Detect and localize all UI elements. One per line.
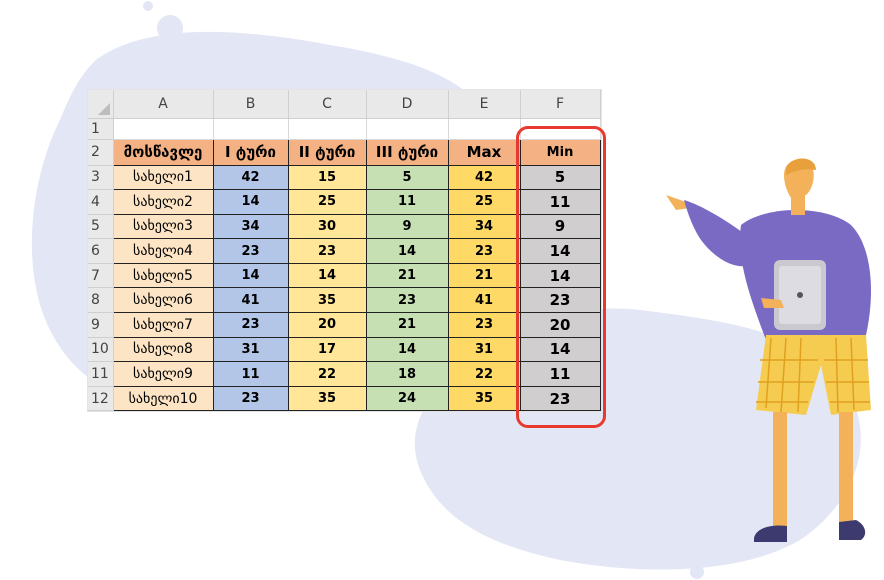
cell-d1[interactable]: [365, 117, 449, 140]
person-shoe-right: [839, 520, 866, 540]
cell-a3[interactable]: სახელი1: [112, 164, 214, 191]
cell-d8[interactable]: 23: [365, 287, 449, 314]
cell-b8[interactable]: 41: [212, 287, 289, 314]
cell-b10[interactable]: 31: [212, 336, 289, 363]
cell-b1[interactable]: [212, 117, 289, 140]
cell-a9[interactable]: სახელი7: [112, 312, 214, 338]
cell-c4[interactable]: 25: [287, 189, 367, 215]
cell-a12[interactable]: სახელი10: [112, 385, 214, 412]
cell-b12[interactable]: 23: [212, 385, 289, 412]
cell-e12[interactable]: 35: [447, 385, 521, 412]
cell-d4[interactable]: 11: [365, 189, 449, 215]
cell-d11[interactable]: 18: [365, 361, 449, 387]
column-header-e[interactable]: E: [448, 90, 521, 119]
select-all-corner-icon: [97, 102, 110, 115]
bubble-top-large: [157, 15, 183, 41]
cell-c8[interactable]: 35: [287, 287, 367, 314]
header-cell-round-3[interactable]: III ტური: [365, 138, 449, 166]
column-header-row: A B C D E F: [88, 90, 601, 119]
cell-e4[interactable]: 25: [447, 189, 521, 215]
row-header-9[interactable]: 9: [88, 312, 114, 338]
cell-c12[interactable]: 35: [287, 385, 367, 412]
cell-c6[interactable]: 23: [287, 238, 367, 264]
cell-e11[interactable]: 22: [447, 361, 521, 387]
person-shoe-left: [754, 525, 787, 542]
cell-b4[interactable]: 14: [212, 189, 289, 215]
row-header-7[interactable]: 7: [88, 263, 114, 289]
header-cell-max[interactable]: Max: [447, 138, 521, 166]
tablet-icon: [774, 260, 826, 330]
row-header-10[interactable]: 10: [88, 337, 114, 363]
cell-b3[interactable]: 42: [212, 164, 289, 191]
cell-c11[interactable]: 22: [287, 361, 367, 387]
header-cell-round-2[interactable]: II ტური: [287, 138, 367, 166]
cell-e9[interactable]: 23: [447, 312, 521, 338]
column-header-f[interactable]: F: [520, 90, 601, 119]
row-header-4[interactable]: 4: [88, 189, 114, 215]
cell-a11[interactable]: სახელი9: [112, 361, 214, 387]
cell-d7[interactable]: 21: [365, 262, 449, 289]
cell-e7[interactable]: 21: [447, 262, 521, 289]
cell-d9[interactable]: 21: [365, 312, 449, 338]
cell-b9[interactable]: 23: [212, 312, 289, 338]
column-header-c[interactable]: C: [288, 90, 367, 119]
cell-a8[interactable]: სახელი6: [112, 287, 214, 314]
cell-c1[interactable]: [287, 117, 367, 140]
cell-a7[interactable]: სახელი5: [112, 262, 214, 289]
cell-e1[interactable]: [447, 117, 521, 140]
cell-a5[interactable]: სახელი3: [112, 213, 214, 240]
row-header-12[interactable]: 12: [88, 386, 114, 412]
cell-a6[interactable]: სახელი4: [112, 238, 214, 264]
cell-e3[interactable]: 42: [447, 164, 521, 191]
header-cell-student[interactable]: მოსწავლე: [112, 138, 214, 166]
row-header-3[interactable]: 3: [88, 165, 114, 191]
row-header-2[interactable]: 2: [88, 139, 114, 166]
cell-c10[interactable]: 17: [287, 336, 367, 363]
cell-e8[interactable]: 41: [447, 287, 521, 314]
cell-a1[interactable]: [112, 117, 214, 140]
cell-d12[interactable]: 24: [365, 385, 449, 412]
cell-a4[interactable]: სახელი2: [112, 189, 214, 215]
cell-e5[interactable]: 34: [447, 213, 521, 240]
row-header-11[interactable]: 11: [88, 361, 114, 387]
min-column-highlight: [516, 126, 606, 428]
column-header-d[interactable]: D: [366, 90, 449, 119]
cell-c9[interactable]: 20: [287, 312, 367, 338]
cell-b6[interactable]: 23: [212, 238, 289, 264]
person-leg-right: [839, 412, 853, 522]
person-leg-left: [773, 412, 787, 527]
person-neck: [791, 195, 805, 215]
cell-c7[interactable]: 14: [287, 262, 367, 289]
bubble-top-small: [143, 1, 153, 11]
cell-b11[interactable]: 11: [212, 361, 289, 387]
cell-d3[interactable]: 5: [365, 164, 449, 191]
bubble-bottom-small: [690, 565, 704, 579]
cell-d5[interactable]: 9: [365, 213, 449, 240]
cell-b7[interactable]: 14: [212, 262, 289, 289]
row-header-1[interactable]: 1: [88, 118, 114, 140]
header-cell-round-1[interactable]: I ტური: [212, 138, 289, 166]
cell-b5[interactable]: 34: [212, 213, 289, 240]
cell-c3[interactable]: 15: [287, 164, 367, 191]
row-header-8[interactable]: 8: [88, 287, 114, 314]
bubble-top-tiny: [209, 35, 217, 43]
select-all-corner[interactable]: [88, 90, 114, 119]
cell-d6[interactable]: 14: [365, 238, 449, 264]
row-header-6[interactable]: 6: [88, 238, 114, 264]
cell-e10[interactable]: 31: [447, 336, 521, 363]
row-header-5[interactable]: 5: [88, 214, 114, 240]
person-illustration: [666, 158, 871, 542]
cell-d10[interactable]: 14: [365, 336, 449, 363]
column-header-a[interactable]: A: [113, 90, 214, 119]
cell-c5[interactable]: 30: [287, 213, 367, 240]
cell-a10[interactable]: სახელი8: [112, 336, 214, 363]
cell-e6[interactable]: 23: [447, 238, 521, 264]
bubble-bottom-tiny: [618, 559, 626, 567]
column-header-b[interactable]: B: [213, 90, 289, 119]
